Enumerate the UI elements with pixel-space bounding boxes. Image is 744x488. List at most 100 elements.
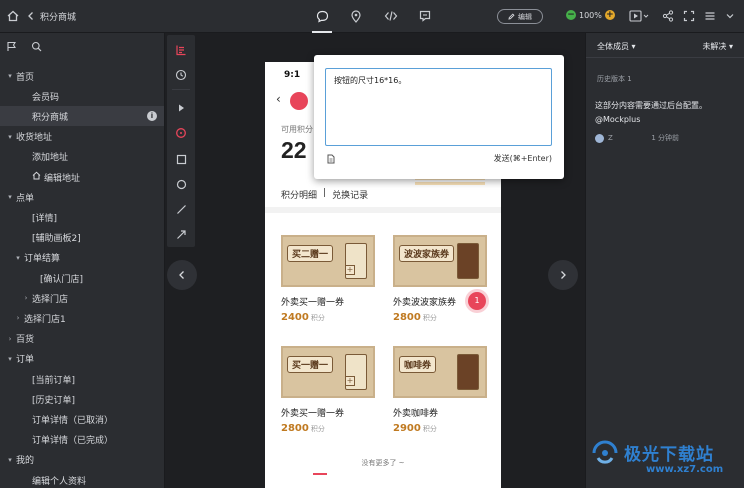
circle-tool-icon[interactable] xyxy=(174,177,188,191)
sidebar-item[interactable]: ▾ 订单结算 xyxy=(0,248,164,268)
comment-tool-icon[interactable] xyxy=(174,126,188,140)
drink-illustration xyxy=(457,243,479,279)
sidebar-item[interactable]: ▾ 首页 xyxy=(0,66,164,86)
tab-redeem-history[interactable]: 兑换记录 xyxy=(332,188,368,201)
coupon-title: 波波家族券 xyxy=(399,245,455,262)
no-more-text: 没有更多了 ~ xyxy=(361,459,405,467)
play-preview-icon[interactable] xyxy=(628,9,650,23)
sidebar-item[interactable]: ▾ 我的 xyxy=(0,450,164,470)
product-card[interactable]: 买二赠一 + 外卖买一赠一券 2400 积分 xyxy=(281,235,375,323)
location-pin-icon[interactable] xyxy=(348,8,364,24)
previous-page-button[interactable] xyxy=(167,260,197,290)
attachment-icon[interactable] xyxy=(326,154,336,164)
product-name: 外卖咖啡券 xyxy=(393,409,439,419)
expand-caret-icon[interactable]: ▾ xyxy=(6,72,14,80)
history-version[interactable]: 历史版本 1 xyxy=(597,74,632,84)
sidebar-item[interactable]: 会员码 xyxy=(0,86,164,106)
comment-mode-icon[interactable] xyxy=(312,8,332,33)
sidebar-item[interactable]: [详情] xyxy=(0,207,164,227)
expand-caret-icon[interactable]: ▾ xyxy=(6,133,14,141)
collapsed-caret-icon[interactable]: › xyxy=(6,335,14,343)
watermark-url: www.xz7.com xyxy=(646,464,724,475)
product-card[interactable]: 波波家族券 外卖波波家族券 2800 积分 xyxy=(393,235,487,323)
annotation-icon[interactable] xyxy=(417,8,433,24)
sidebar-item-label: 收货地址 xyxy=(16,133,53,144)
edit-button[interactable]: 编辑 xyxy=(497,9,543,24)
comment-marker-dot[interactable] xyxy=(290,92,308,110)
price-unit: 积分 xyxy=(310,314,325,322)
info-icon[interactable]: i xyxy=(147,111,157,122)
zoom-control: − 100% + xyxy=(566,10,615,20)
sidebar-item[interactable]: 编辑地址 xyxy=(0,167,164,187)
sidebar-header xyxy=(0,33,164,63)
sidebar-item[interactable]: › 百货 xyxy=(0,329,164,349)
sidebar-item[interactable]: 订单详情（已完成） xyxy=(0,430,164,450)
sidebar-item-label: 选择门店 xyxy=(32,294,69,305)
sidebar-item[interactable]: [确认门店] xyxy=(0,268,164,288)
sidebar-item[interactable]: ▾ 收货地址 xyxy=(0,127,164,147)
expand-caret-icon[interactable]: ▾ xyxy=(6,355,14,363)
watermark: 极光下载站 www.xz7.com xyxy=(590,434,740,482)
product-card[interactable]: 咖啡券 外卖咖啡券 2900 积分 xyxy=(393,346,487,434)
price-value: 2800 xyxy=(281,423,309,434)
points-tabs: 积分明细 | 兑换记录 xyxy=(281,188,369,201)
home-icon xyxy=(32,171,41,183)
collapsed-caret-icon[interactable]: › xyxy=(14,314,22,322)
send-button[interactable]: 发送(⌘+Enter) xyxy=(494,153,552,164)
product-card[interactable]: 买一赠一 + 外卖买一赠一券 2800 积分 xyxy=(281,346,375,434)
chevron-left-icon xyxy=(179,271,184,279)
sidebar-item[interactable]: 添加地址 xyxy=(0,147,164,167)
sidebar-item[interactable]: 订单详情（已取消） xyxy=(0,409,164,429)
comment-pin[interactable]: 1 xyxy=(468,292,486,310)
expand-caret-icon[interactable]: ▾ xyxy=(14,254,22,262)
zoom-in-button[interactable]: + xyxy=(604,10,615,20)
search-icon[interactable] xyxy=(31,41,42,55)
sidebar-item-label: 订单详情（已取消） xyxy=(32,415,114,426)
share-icon[interactable] xyxy=(661,9,675,23)
product-name: 外卖买一赠一券 xyxy=(281,409,345,419)
sidebar-item[interactable]: [辅助画板2] xyxy=(0,228,164,248)
code-icon[interactable] xyxy=(383,8,399,24)
watermark-title: 极光下载站 xyxy=(624,445,714,465)
sidebar-item[interactable]: [历史订单] xyxy=(0,389,164,409)
comment-text[interactable]: 这部分内容需要通过后台配置。@Mockplus xyxy=(595,99,739,127)
flag-icon[interactable] xyxy=(6,41,17,55)
sidebar-item[interactable]: › 选择门店1 xyxy=(0,308,164,328)
sidebar-item[interactable]: 编辑个人资料 xyxy=(0,470,164,488)
sidebar-item[interactable]: › 选择门店 xyxy=(0,288,164,308)
coupon-title: 买一赠一 xyxy=(287,356,334,373)
line-tool-icon[interactable] xyxy=(174,202,188,216)
home-icon[interactable] xyxy=(6,9,20,23)
collapsed-caret-icon[interactable]: › xyxy=(22,294,30,302)
sidebar-item[interactable]: ▾ 点单 xyxy=(0,187,164,207)
fullscreen-icon[interactable] xyxy=(682,9,696,23)
status-filter-dropdown[interactable]: 未解决 ▾ xyxy=(702,41,733,52)
toolbar-divider xyxy=(172,89,190,90)
expand-caret-icon[interactable]: ▾ xyxy=(6,456,14,464)
sidebar-item-label: [辅助画板2] xyxy=(32,234,81,245)
status-filter-label: 未解决 xyxy=(702,42,727,51)
layout-tool-icon[interactable] xyxy=(174,43,188,57)
comment-input[interactable]: 按钮的尺寸16*16。 xyxy=(325,68,552,146)
zoom-level: 100% xyxy=(579,10,602,20)
sidebar-item-label: 编辑个人资料 xyxy=(32,476,87,487)
product-price: 2800 积分 xyxy=(281,423,375,434)
chevron-right-icon xyxy=(561,271,566,279)
tab-points-detail[interactable]: 积分明细 xyxy=(281,188,317,201)
sidebar-item[interactable]: ▾ 订单 xyxy=(0,349,164,369)
sidebar-item[interactable]: [当前订单] xyxy=(0,369,164,389)
phone-back-icon[interactable]: ‹ xyxy=(276,92,281,106)
arrow-tool-icon[interactable] xyxy=(174,227,188,241)
member-filter-dropdown[interactable]: 全体成员 ▾ xyxy=(597,41,636,52)
zoom-out-button[interactable]: − xyxy=(566,10,576,20)
sidebar-item-label: [详情] xyxy=(32,213,58,224)
expand-caret-icon[interactable]: ▾ xyxy=(6,193,14,201)
sidebar-item[interactable]: 积分商城 i xyxy=(0,106,164,127)
select-tool-icon[interactable] xyxy=(174,101,188,115)
history-tool-icon[interactable] xyxy=(174,68,188,82)
menu-icon[interactable] xyxy=(703,9,717,23)
collapse-chevron-icon[interactable] xyxy=(723,9,737,23)
back-chevron-icon[interactable] xyxy=(24,9,38,23)
next-page-button[interactable] xyxy=(548,260,578,290)
rectangle-tool-icon[interactable] xyxy=(174,152,188,166)
